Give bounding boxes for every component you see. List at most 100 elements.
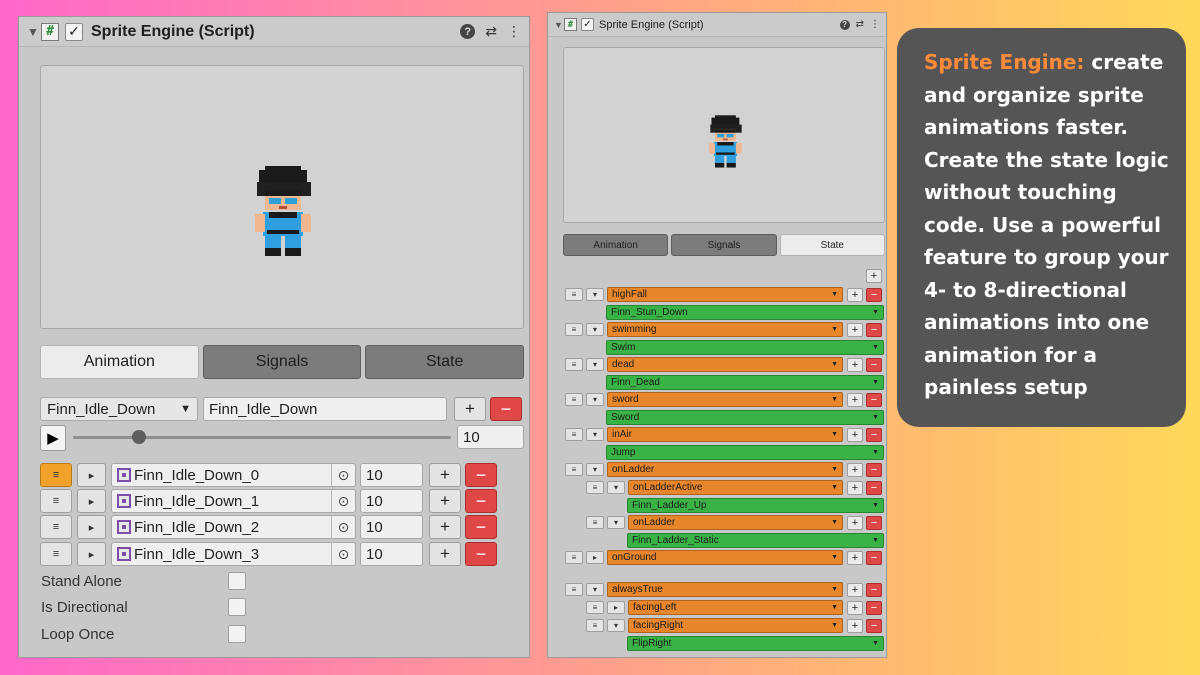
remove-animation-button[interactable]: − bbox=[490, 397, 522, 421]
collapse-toggle-icon[interactable]: ▾ bbox=[607, 481, 625, 494]
drag-handle-icon[interactable]: ≡ bbox=[565, 393, 583, 406]
help-icon[interactable]: ? bbox=[460, 24, 476, 39]
tab-signals[interactable]: Signals bbox=[671, 234, 777, 256]
collapse-toggle-icon[interactable]: ▾ bbox=[586, 358, 604, 371]
frame-duration-field[interactable]: 10 bbox=[360, 542, 423, 566]
object-picker-icon[interactable]: ⊙ bbox=[331, 542, 355, 566]
remove-frame-button[interactable]: − bbox=[465, 542, 497, 566]
drag-handle-icon[interactable]: ≡ bbox=[565, 358, 583, 371]
remove-state-button[interactable]: − bbox=[866, 618, 882, 633]
add-animation-button[interactable]: + bbox=[454, 397, 486, 421]
playback-slider[interactable] bbox=[73, 436, 451, 439]
add-condition-button[interactable]: + bbox=[847, 357, 863, 372]
drag-handle-icon[interactable]: ≡ bbox=[586, 601, 604, 614]
add-frame-button[interactable]: + bbox=[429, 542, 461, 566]
drag-handle-icon[interactable]: ≡ bbox=[40, 463, 72, 487]
signal-dropdown[interactable]: facingLeft ▼ bbox=[628, 600, 843, 615]
frame-duration-field[interactable]: 10 bbox=[360, 463, 423, 487]
signal-dropdown[interactable]: onGround ▼ bbox=[607, 550, 843, 565]
remove-state-button[interactable]: − bbox=[866, 600, 882, 615]
add-frame-button[interactable]: + bbox=[429, 463, 461, 487]
is-directional-checkbox[interactable] bbox=[228, 598, 246, 616]
foldout-arrow-icon[interactable]: ▼ bbox=[27, 25, 41, 39]
remove-state-button[interactable]: − bbox=[866, 427, 882, 442]
expand-toggle-icon[interactable]: ▸ bbox=[607, 601, 625, 614]
remove-state-button[interactable]: − bbox=[866, 392, 882, 407]
foldout-arrow-icon[interactable]: ▼ bbox=[554, 20, 564, 30]
signal-dropdown[interactable]: facingRight ▼ bbox=[628, 618, 843, 633]
add-condition-button[interactable]: + bbox=[847, 322, 863, 337]
signal-dropdown[interactable]: swimming ▼ bbox=[607, 322, 843, 337]
drag-handle-icon[interactable]: ≡ bbox=[565, 551, 583, 564]
drag-handle-icon[interactable]: ≡ bbox=[40, 489, 72, 513]
play-button[interactable]: ▶ bbox=[40, 425, 66, 451]
tab-animation[interactable]: Animation bbox=[563, 234, 669, 256]
frame-play-button[interactable]: ▸ bbox=[77, 542, 106, 566]
add-condition-button[interactable]: + bbox=[847, 582, 863, 597]
remove-state-button[interactable]: − bbox=[866, 462, 882, 477]
playback-slider-handle[interactable] bbox=[132, 430, 146, 444]
animation-dropdown[interactable]: Finn_Ladder_Up ▼ bbox=[627, 498, 884, 513]
remove-state-button[interactable]: − bbox=[866, 322, 882, 337]
drag-handle-icon[interactable]: ≡ bbox=[40, 515, 72, 539]
add-state-button[interactable]: + bbox=[866, 269, 882, 283]
collapse-toggle-icon[interactable]: ▾ bbox=[586, 288, 604, 301]
animation-name-field[interactable]: Finn_Idle_Down bbox=[203, 397, 447, 421]
help-icon[interactable]: ? bbox=[839, 19, 850, 30]
add-condition-button[interactable]: + bbox=[847, 600, 863, 615]
settings-sliders-icon[interactable]: ⇄ bbox=[485, 23, 497, 40]
animation-dropdown[interactable]: Finn_Stun_Down ▼ bbox=[606, 305, 884, 320]
remove-state-button[interactable]: − bbox=[866, 550, 882, 565]
remove-frame-button[interactable]: − bbox=[465, 515, 497, 539]
collapse-toggle-icon[interactable]: ▾ bbox=[586, 583, 604, 596]
kebab-menu-icon[interactable]: ⋮ bbox=[870, 19, 880, 30]
animation-dropdown[interactable]: FlipRight ▼ bbox=[627, 636, 884, 651]
object-picker-icon[interactable]: ⊙ bbox=[331, 463, 355, 487]
signal-dropdown[interactable]: onLadderActive ▼ bbox=[628, 480, 843, 495]
collapse-toggle-icon[interactable]: ▾ bbox=[586, 428, 604, 441]
signal-dropdown[interactable]: highFall ▼ bbox=[607, 287, 843, 302]
signal-dropdown[interactable]: onLadder ▼ bbox=[607, 462, 843, 477]
frame-duration-field[interactable]: 10 bbox=[360, 489, 423, 513]
loop-once-checkbox[interactable] bbox=[228, 625, 246, 643]
signal-dropdown[interactable]: inAir ▼ bbox=[607, 427, 843, 442]
add-frame-button[interactable]: + bbox=[429, 515, 461, 539]
drag-handle-icon[interactable]: ≡ bbox=[586, 516, 604, 529]
frame-play-button[interactable]: ▸ bbox=[77, 515, 106, 539]
add-condition-button[interactable]: + bbox=[847, 287, 863, 302]
tab-state[interactable]: State bbox=[779, 234, 885, 256]
component-enabled-checkbox[interactable]: ✓ bbox=[581, 18, 594, 31]
fps-field[interactable]: 10 bbox=[457, 425, 524, 449]
frame-sprite-field[interactable]: Finn_Idle_Down_1 ⊙ bbox=[111, 489, 356, 513]
drag-handle-icon[interactable]: ≡ bbox=[565, 323, 583, 336]
frame-sprite-field[interactable]: Finn_Idle_Down_0 ⊙ bbox=[111, 463, 356, 487]
tab-animation[interactable]: Animation bbox=[40, 345, 199, 379]
animation-dropdown[interactable]: Sword ▼ bbox=[606, 410, 884, 425]
frame-sprite-field[interactable]: Finn_Idle_Down_3 ⊙ bbox=[111, 542, 356, 566]
add-condition-button[interactable]: + bbox=[847, 392, 863, 407]
drag-handle-icon[interactable]: ≡ bbox=[565, 428, 583, 441]
drag-handle-icon[interactable]: ≡ bbox=[586, 481, 604, 494]
collapse-toggle-icon[interactable]: ▾ bbox=[586, 463, 604, 476]
collapse-toggle-icon[interactable]: ▾ bbox=[607, 619, 625, 632]
signal-dropdown[interactable]: alwaysTrue ▼ bbox=[607, 582, 843, 597]
animation-dropdown[interactable]: Jump ▼ bbox=[606, 445, 884, 460]
add-condition-button[interactable]: + bbox=[847, 618, 863, 633]
signal-dropdown[interactable]: dead ▼ bbox=[607, 357, 843, 372]
drag-handle-icon[interactable]: ≡ bbox=[586, 619, 604, 632]
component-enabled-checkbox[interactable]: ✓ bbox=[65, 22, 83, 41]
remove-frame-button[interactable]: − bbox=[465, 489, 497, 513]
add-condition-button[interactable]: + bbox=[847, 515, 863, 530]
drag-handle-icon[interactable]: ≡ bbox=[565, 583, 583, 596]
object-picker-icon[interactable]: ⊙ bbox=[331, 515, 355, 539]
collapse-toggle-icon[interactable]: ▾ bbox=[607, 516, 625, 529]
drag-handle-icon[interactable]: ≡ bbox=[40, 542, 72, 566]
drag-handle-icon[interactable]: ≡ bbox=[565, 288, 583, 301]
animation-dropdown[interactable]: Finn_Dead ▼ bbox=[606, 375, 884, 390]
signal-dropdown[interactable]: sword ▼ bbox=[607, 392, 843, 407]
add-condition-button[interactable]: + bbox=[847, 550, 863, 565]
frame-sprite-field[interactable]: Finn_Idle_Down_2 ⊙ bbox=[111, 515, 356, 539]
frame-play-button[interactable]: ▸ bbox=[77, 489, 106, 513]
settings-sliders-icon[interactable]: ⇄ bbox=[856, 19, 864, 30]
drag-handle-icon[interactable]: ≡ bbox=[565, 463, 583, 476]
